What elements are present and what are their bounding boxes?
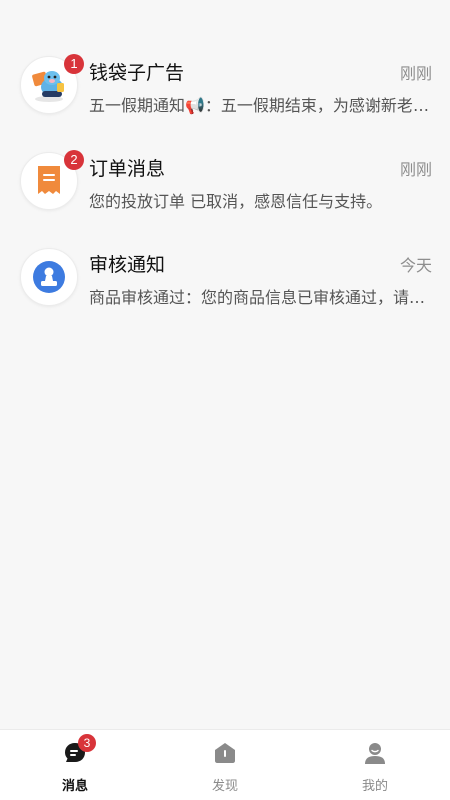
unread-badge: 2 <box>64 150 84 170</box>
tab-discover[interactable]: 发现 <box>150 730 300 800</box>
message-time: 刚刚 <box>399 160 432 179</box>
message-preview: 您的投放订单 已取消，感恩信任与支持。 <box>89 192 383 211</box>
message-preview: 五一假期通知📢：五一假期结束，为感谢新老用户的支持 <box>89 96 432 115</box>
tab-profile[interactable]: 我的 <box>300 730 450 800</box>
avatar-wrap: 2 <box>20 150 84 210</box>
message-title: 钱袋子广告 <box>89 62 185 84</box>
profile-person-icon <box>362 740 388 766</box>
message-item-orders[interactable]: 2 订单消息 刚刚 您的投放订单 已取消，感恩信任与支持。 <box>0 144 450 240</box>
chat-bubble-icon: 3 <box>62 734 96 766</box>
piggy-mascot-icon <box>32 71 64 102</box>
bottom-tab-bar: 3 消息 发现 我的 <box>0 729 450 800</box>
message-time: 刚刚 <box>399 64 432 83</box>
tab-label: 我的 <box>361 779 388 794</box>
avatar-wrap: 1 <box>20 54 84 114</box>
message-title: 订单消息 <box>89 158 166 180</box>
messages-screen: 1 钱袋子广告 刚刚 五一假期通知📢：五一假期结束，为感谢新老用户的支持 2 订… <box>0 0 450 800</box>
message-time: 今天 <box>399 256 432 275</box>
tab-label: 发现 <box>211 779 238 794</box>
message-preview: 商品审核通过：您的商品信息已审核通过，请及时查看 <box>89 288 432 307</box>
message-item-review[interactable]: 审核通知 今天 商品审核通过：您的商品信息已审核通过，请及时查看 <box>0 240 450 336</box>
message-item-ads[interactable]: 1 钱袋子广告 刚刚 五一假期通知📢：五一假期结束，为感谢新老用户的支持 <box>0 48 450 144</box>
avatar-wrap <box>20 248 78 306</box>
tab-label: 消息 <box>61 779 88 794</box>
message-title: 审核通知 <box>89 254 166 276</box>
stamp-icon <box>33 261 65 293</box>
receipt-icon <box>38 166 60 194</box>
discover-house-icon <box>212 740 238 766</box>
avatar <box>20 248 78 306</box>
message-list: 1 钱袋子广告 刚刚 五一假期通知📢：五一假期结束，为感谢新老用户的支持 2 订… <box>0 48 450 336</box>
unread-badge: 1 <box>64 54 84 74</box>
tab-messages[interactable]: 3 消息 <box>0 730 150 800</box>
tab-unread-badge: 3 <box>78 734 96 752</box>
